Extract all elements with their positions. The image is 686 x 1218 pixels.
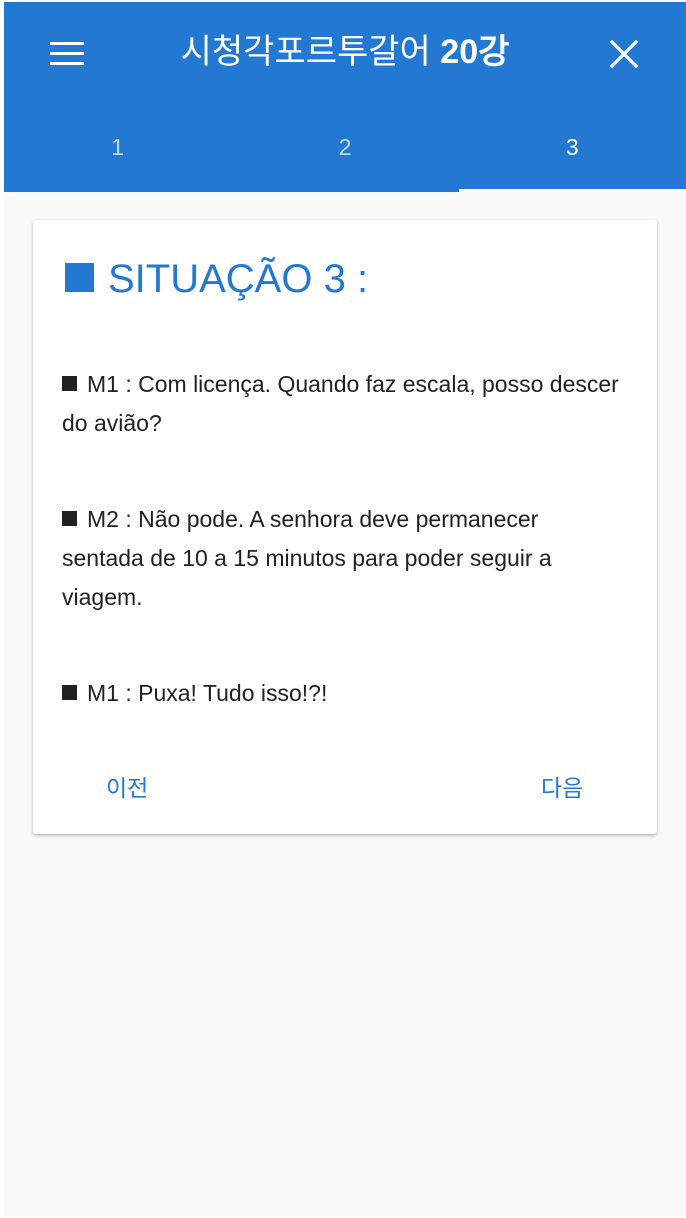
app-bar: 시청각포르투갈어 20강 bbox=[4, 2, 686, 102]
situation-heading: SITUAÇÃO 3 : bbox=[65, 254, 368, 304]
tab-bar: 1 2 3 bbox=[4, 102, 686, 192]
dialog-line: M2 : Não pode. A senhora deve permanecer… bbox=[62, 500, 622, 617]
close-icon[interactable] bbox=[604, 34, 644, 74]
tab-1[interactable]: 1 bbox=[4, 102, 231, 192]
app-frame: 시청각포르투갈어 20강 1 2 3 SITUAÇÃO 3 : M1 : Com… bbox=[4, 2, 686, 1216]
tab-3[interactable]: 3 bbox=[458, 102, 686, 192]
square-bullet-icon bbox=[65, 263, 94, 292]
dialog-line: M1 : Com licença. Quando faz escala, pos… bbox=[62, 365, 622, 443]
dialog-line-text: M1 : Puxa! Tudo isso!?! bbox=[87, 680, 328, 706]
square-bullet-icon bbox=[62, 376, 77, 391]
previous-button[interactable]: 이전 bbox=[106, 770, 148, 806]
page-title-text: 시청각포르투갈어 bbox=[180, 33, 431, 71]
square-bullet-icon bbox=[62, 511, 77, 526]
tab-2[interactable]: 2 bbox=[231, 102, 458, 192]
page-title-number: 20강 bbox=[440, 33, 510, 71]
dialog-line-text: M2 : Não pode. A senhora deve permanecer… bbox=[62, 506, 552, 610]
menu-icon[interactable] bbox=[48, 36, 88, 72]
page-title: 시청각포르투갈어 20강 bbox=[104, 30, 586, 74]
next-button[interactable]: 다음 bbox=[541, 770, 583, 806]
dialog-line-text: M1 : Com licença. Quando faz escala, pos… bbox=[62, 371, 619, 436]
content-card: SITUAÇÃO 3 : M1 : Com licença. Quando fa… bbox=[33, 220, 657, 834]
dialog-line: M1 : Puxa! Tudo isso!?! bbox=[62, 674, 622, 713]
square-bullet-icon bbox=[62, 685, 77, 700]
situation-heading-text: SITUAÇÃO 3 : bbox=[108, 257, 369, 301]
